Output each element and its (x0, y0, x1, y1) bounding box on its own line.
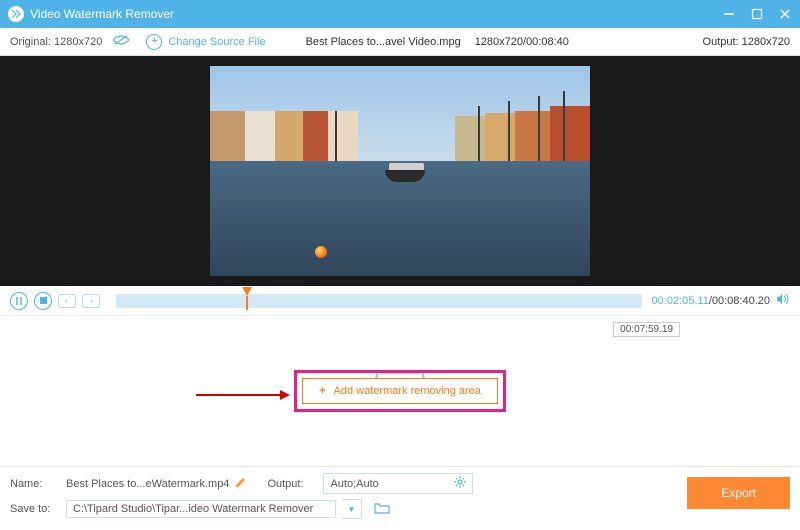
change-source-label: Change Source File (168, 36, 265, 48)
saveto-label: Save to: (10, 503, 60, 515)
volume-icon[interactable] (776, 293, 790, 308)
app-title: Video Watermark Remover (30, 7, 722, 21)
timestamp-badge: 00:07:59.19 (613, 322, 680, 337)
edit-name-icon[interactable] (235, 476, 247, 491)
output-label: Output: (267, 478, 317, 490)
mark-out-button[interactable]: ◂ (82, 294, 100, 308)
timeline-scrubber[interactable] (116, 294, 642, 308)
maximize-button[interactable] (750, 7, 764, 21)
total-duration: /00:08:40.20 (709, 295, 770, 307)
output-dimensions-label: Output: 1280x720 (703, 36, 790, 48)
pause-button[interactable] (10, 292, 28, 310)
save-path-input[interactable]: C:\Tipard Studio\Tipar...ideo Watermark … (66, 500, 336, 518)
original-dimensions-label: Original: 1280x720 (10, 36, 102, 48)
marker-dot-icon (315, 246, 327, 258)
save-path-value: C:\Tipard Studio\Tipar...ideo Watermark … (73, 503, 313, 515)
open-folder-icon[interactable] (374, 502, 390, 517)
add-watermark-area-button[interactable]: + Add watermark removing area (302, 378, 498, 404)
source-dimensions-duration: 1280x720/00:08:40 (475, 36, 569, 48)
playhead-icon[interactable] (242, 287, 252, 296)
export-button[interactable]: Export (687, 477, 790, 509)
change-source-button[interactable]: + Change Source File (146, 34, 265, 50)
tutorial-arrow-icon (196, 394, 288, 396)
name-label: Name: (10, 478, 60, 490)
playback-controls: ▸ ◂ 00:02:05.11 /00:08:40.20 (0, 286, 800, 316)
minimize-button[interactable] (722, 7, 736, 21)
mark-in-button[interactable]: ▸ (58, 294, 76, 308)
save-path-dropdown[interactable]: ▼ (342, 499, 362, 519)
current-time: 00:02:05.11 (652, 295, 709, 307)
settings-gear-icon[interactable] (454, 476, 466, 491)
stop-button[interactable] (34, 292, 52, 310)
close-button[interactable] (778, 7, 792, 21)
output-name-value: Best Places to...eWatermark.mp4 (66, 478, 229, 490)
output-format-value: Auto;Auto (330, 478, 378, 490)
tutorial-highlight: + Add watermark removing area (294, 370, 506, 412)
plus-icon: + (319, 385, 325, 397)
source-filename: Best Places to...avel Video.mpg (306, 36, 461, 48)
preview-toggle-icon[interactable] (112, 34, 130, 49)
output-format-select[interactable]: Auto;Auto (323, 473, 473, 494)
app-logo-icon (8, 6, 24, 22)
watermark-dropzone: 00:07:59.19 + Add watermark removing are… (0, 316, 800, 466)
plus-circle-icon: + (146, 34, 162, 50)
titlebar: Video Watermark Remover (0, 0, 800, 28)
video-preview[interactable] (0, 56, 800, 286)
bottom-panel: Name: Best Places to...eWatermark.mp4 Ou… (0, 466, 800, 530)
video-frame (210, 66, 590, 276)
toolbar: Original: 1280x720 + Change Source File … (0, 28, 800, 56)
add-watermark-label: Add watermark removing area (334, 385, 481, 397)
